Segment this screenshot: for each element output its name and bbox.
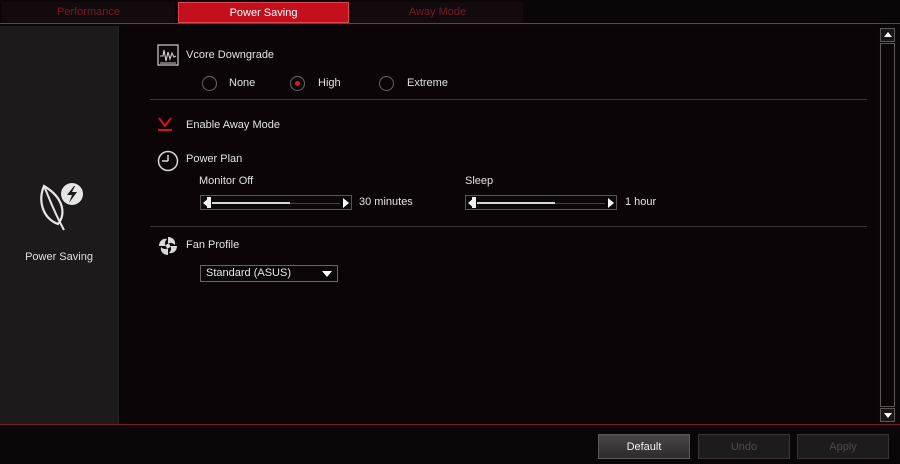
slider-thumb[interactable] xyxy=(207,197,211,208)
radio-extreme-label: Extreme xyxy=(407,77,448,89)
sleep-label: Sleep xyxy=(465,175,494,187)
content-panel: Vcore Downgrade None High Extreme Enable… xyxy=(119,26,877,424)
undo-button[interactable]: Undo xyxy=(698,434,790,459)
sleep-value: 1 hour xyxy=(625,196,657,208)
radio-none[interactable] xyxy=(202,76,217,91)
monitor-off-label: Monitor Off xyxy=(199,175,254,187)
scrollbar[interactable] xyxy=(879,26,896,424)
scroll-up-arrow-icon[interactable] xyxy=(880,28,895,42)
divider xyxy=(150,99,867,100)
slider-right-arrow[interactable] xyxy=(608,198,614,208)
fan-profile-title: Fan Profile xyxy=(186,239,240,251)
default-button[interactable]: Default xyxy=(598,434,690,459)
radio-high-label: High xyxy=(318,77,341,89)
scroll-down-arrow-icon[interactable] xyxy=(880,408,895,422)
fan-profile-value: Standard (ASUS) xyxy=(206,267,291,279)
fan-icon xyxy=(159,237,177,255)
fan-profile-select[interactable]: Standard (ASUS) xyxy=(200,265,338,282)
radio-extreme[interactable] xyxy=(379,76,394,91)
tab-power-saving[interactable]: Power Saving xyxy=(178,2,349,23)
monitor-off-value: 30 minutes xyxy=(359,196,413,208)
slider-rest xyxy=(555,203,605,204)
sleep-slider[interactable] xyxy=(465,195,617,210)
away-mode-checkbox[interactable] xyxy=(158,117,172,131)
waveform-icon xyxy=(157,44,179,66)
away-mode-label: Enable Away Mode xyxy=(186,119,280,131)
sidebar-label: Power Saving xyxy=(25,251,93,263)
slider-track xyxy=(477,202,555,204)
footer-bar: Default Undo Apply xyxy=(0,424,900,464)
sidebar: Power Saving xyxy=(0,26,119,424)
radio-none-label: None xyxy=(229,77,256,89)
slider-right-arrow[interactable] xyxy=(343,198,349,208)
radio-high[interactable] xyxy=(290,76,305,91)
leaf-bolt-icon xyxy=(40,183,83,231)
slider-rest xyxy=(290,203,340,204)
power-plan-title: Power Plan xyxy=(186,153,243,165)
scrollbar-thumb[interactable] xyxy=(880,43,895,407)
apply-button[interactable]: Apply xyxy=(797,434,889,459)
slider-thumb[interactable] xyxy=(472,197,476,208)
tab-away-mode[interactable]: Away Mode xyxy=(352,2,523,23)
monitor-off-slider[interactable] xyxy=(200,195,352,210)
divider xyxy=(150,226,867,227)
clock-icon xyxy=(157,150,179,172)
tab-performance[interactable]: Performance xyxy=(2,2,175,23)
chevron-down-icon xyxy=(322,271,332,277)
slider-track xyxy=(212,202,290,204)
vcore-title: Vcore Downgrade xyxy=(186,49,275,61)
tab-bar: Performance Power Saving Away Mode xyxy=(0,0,900,24)
